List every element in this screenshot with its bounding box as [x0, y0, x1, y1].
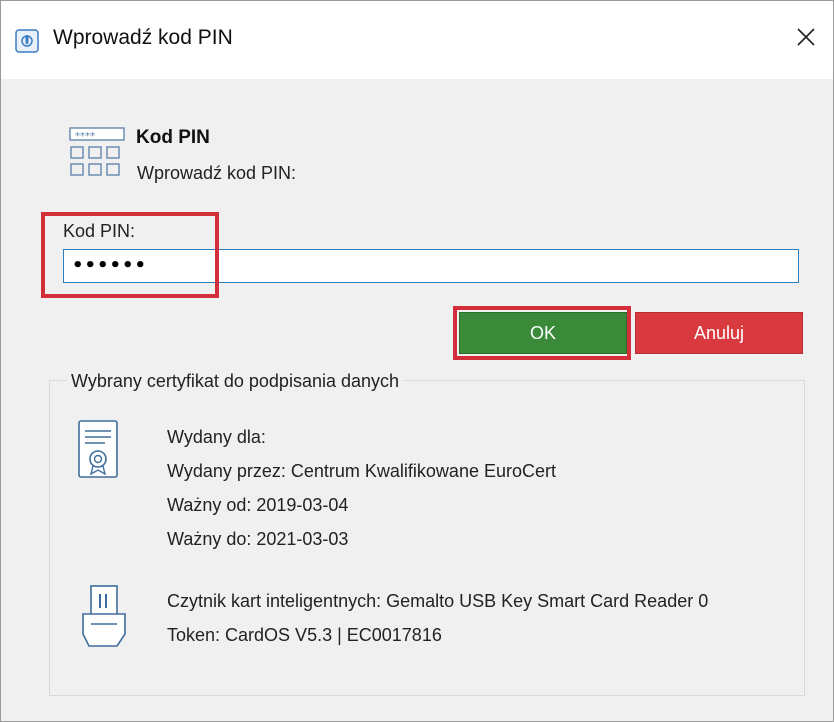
smart-card-reader-icon: [81, 584, 131, 652]
close-icon: [797, 28, 815, 46]
issued-to: Wydany dla:: [167, 427, 266, 447]
window-title: Wprowadź kod PIN: [53, 26, 233, 49]
valid-to: Ważny do: 2021-03-03: [167, 529, 349, 549]
cancel-button[interactable]: Anuluj: [635, 312, 803, 354]
close-button[interactable]: [779, 11, 833, 63]
header-subtitle: Wprowadź kod PIN:: [137, 163, 297, 183]
issued-by: Wydany przez: Centrum Kwalifikowane Euro…: [167, 461, 556, 481]
token-info: Token: CardOS V5.3 | EC0017816: [167, 625, 442, 645]
pin-label: Kod PIN:: [63, 221, 136, 241]
header-title: Kod PIN: [136, 127, 210, 148]
certificate-icon: [77, 419, 121, 483]
dialog-body: **** Kod PIN Wprowadź kod PIN: Kod PIN: …: [11, 79, 823, 719]
certificate-group: [49, 380, 805, 696]
pin-pad-icon: ****: [69, 127, 127, 183]
pin-dialog: Wprowadź kod PIN **** Kod PIN Wprowadź k…: [0, 0, 834, 722]
certificate-group-title: Wybrany certyfikat do podpisania danych: [67, 371, 404, 392]
valid-from: Ważny od: 2019-03-04: [167, 495, 349, 515]
reader-name: Czytnik kart inteligentnych: Gemalto USB…: [167, 591, 709, 611]
app-icon: [15, 29, 39, 53]
ok-button[interactable]: OK: [459, 312, 627, 354]
svg-text:****: ****: [75, 131, 95, 142]
title-bar: Wprowadź kod PIN: [1, 1, 833, 79]
pin-input[interactable]: ••••••: [63, 249, 799, 283]
